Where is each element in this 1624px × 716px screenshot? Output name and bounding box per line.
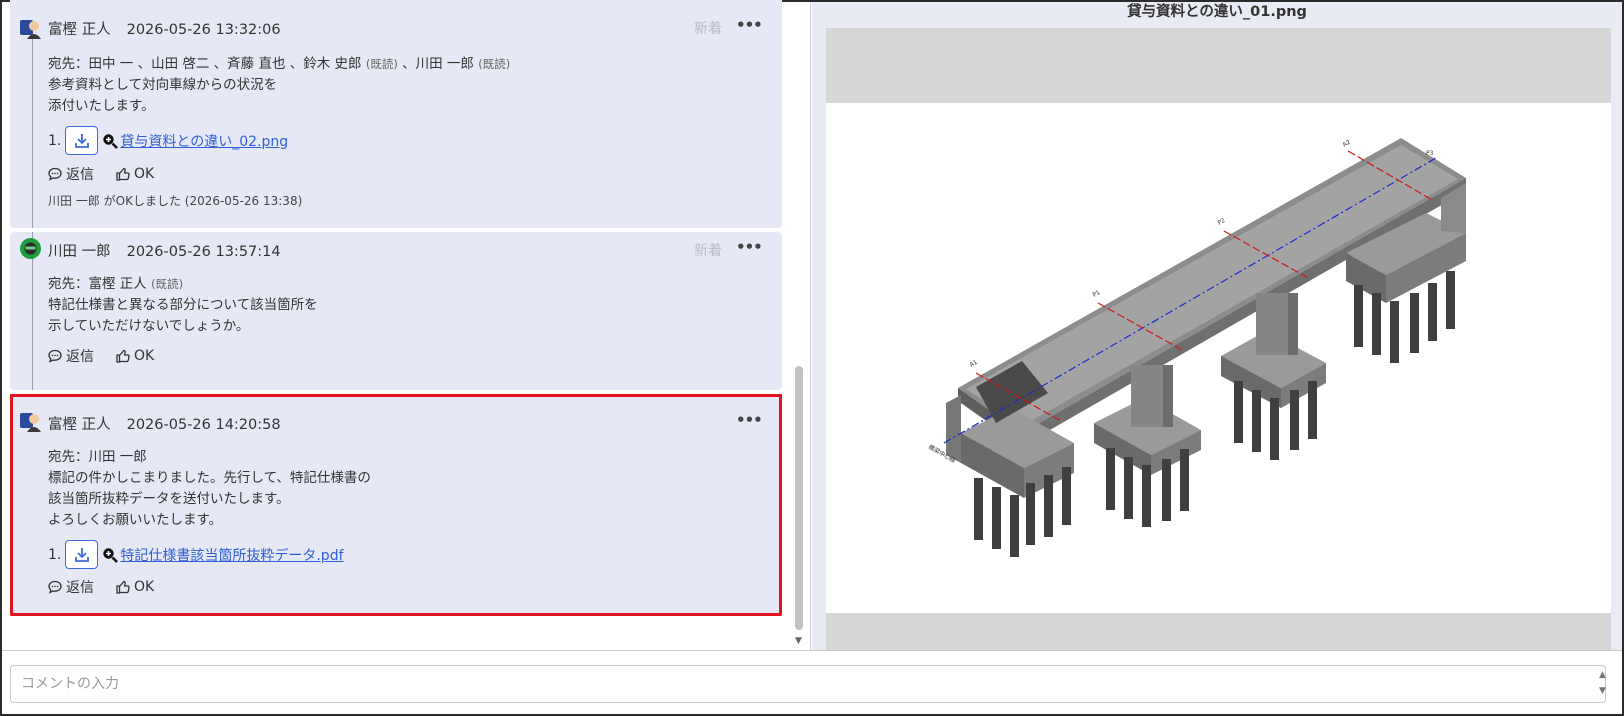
body-line: 参考資料として対向車線からの状況を: [48, 77, 278, 93]
sender-name: 川田 一郎: [48, 244, 111, 260]
attachment-index: 1.: [48, 132, 62, 149]
message-body: 宛先：川田 一郎 標記の件かしこまりました。先行して、特記仕様書の 該当箇所抜粋…: [48, 447, 371, 531]
body-line: 標記の件かしこまりました。先行して、特記仕様書の: [48, 470, 371, 486]
stepper-down-icon[interactable]: ▼: [1599, 683, 1606, 699]
zoom-in-icon[interactable]: [102, 547, 119, 563]
image-label: P2: [1217, 217, 1227, 227]
pane-divider[interactable]: [810, 2, 811, 650]
thumbs-up-icon: [116, 349, 130, 363]
sender-name: 富樫 正人: [48, 22, 111, 38]
recipients: 宛先：富樫 正人 (既読): [48, 276, 184, 292]
new-badge: 新着: [694, 243, 722, 259]
timestamp: 2026-05-26 13:57:14: [126, 244, 281, 260]
thread-line: [32, 38, 33, 228]
download-button[interactable]: [65, 540, 99, 569]
more-options-icon[interactable]: •••: [736, 238, 763, 256]
timestamp: 2026-05-26 13:32:06: [126, 22, 281, 38]
scrollbar-thumb[interactable]: [795, 366, 803, 630]
user-avatar-icon: [20, 20, 41, 39]
message-actions: 返信 OK: [48, 577, 176, 597]
message-header: 川田 一郎 2026-05-26 13:57:14: [48, 240, 281, 261]
more-options-icon[interactable]: •••: [736, 411, 763, 429]
image-label: A2: [1342, 139, 1353, 149]
bridge-drawing: 橋梁中心線 A1 P1 P2 A2 P3: [927, 138, 1466, 557]
comment-bar: ▲ ▼: [2, 650, 1622, 714]
body-line: 添付いたします。: [48, 98, 155, 114]
body-line: 示していただけないでしょうか。: [48, 318, 250, 334]
thread-scrollbar[interactable]: ▼: [792, 2, 806, 650]
sender-name: 富樫 正人: [48, 417, 111, 433]
image-label: P1: [1092, 289, 1102, 299]
reply-button[interactable]: 返信: [48, 164, 94, 184]
download-button[interactable]: [65, 126, 99, 155]
read-mark: (既読): [151, 277, 184, 291]
attachment-link[interactable]: 貸与資料との違い_02.png: [120, 131, 288, 151]
body-line: 特記仕様書と異なる部分について該当箇所を: [48, 297, 318, 313]
ok-button[interactable]: OK: [116, 164, 154, 184]
message-body: 宛先：田中 一 、山田 啓二 、斉藤 直也 、鈴木 史郎 (既読) 、川田 一郎…: [48, 54, 510, 117]
ok-button[interactable]: OK: [116, 577, 154, 597]
image-viewer: 橋梁中心線 A1 P1 P2 A2 P3: [826, 28, 1611, 650]
reply-button[interactable]: 返信: [48, 346, 94, 366]
message-header: 富樫 正人 2026-05-26 13:32:06: [48, 18, 281, 39]
download-icon: [74, 133, 89, 148]
user-avatar-icon: [20, 238, 41, 259]
zoom-in-icon[interactable]: [102, 133, 119, 149]
comment-icon: [48, 580, 62, 594]
comment-input[interactable]: [10, 665, 1606, 703]
attachment-index: 1.: [48, 546, 62, 563]
read-mark: (既読): [478, 57, 511, 71]
bridge-3d-model-image: 橋梁中心線 A1 P1 P2 A2 P3: [826, 103, 1611, 613]
timestamp: 2026-05-26 14:20:58: [126, 417, 281, 433]
message-card-highlighted: 富樫 正人 2026-05-26 14:20:58 ••• 宛先：川田 一郎 標記…: [10, 394, 782, 616]
comment-icon: [48, 167, 62, 181]
body-line: よろしくお願いいたします。: [48, 512, 223, 528]
message-card: 川田 一郎 2026-05-26 13:57:14 新着 ••• 宛先：富樫 正人…: [10, 232, 782, 390]
attachment-row: 1. 貸与資料との違い_02.png: [48, 126, 288, 155]
image-label: P3: [1426, 150, 1434, 157]
thumbs-up-icon: [116, 167, 130, 181]
message-thread: 富樫 正人 2026-05-26 13:32:06 新着 ••• 宛先：田中 一 …: [2, 0, 812, 650]
message-card: 富樫 正人 2026-05-26 13:32:06 新着 ••• 宛先：田中 一 …: [10, 0, 782, 228]
recipients: 宛先：川田 一郎: [48, 449, 147, 465]
attachment-row: 1. 特記仕様書該当箇所抜粋データ.pdf: [48, 540, 344, 569]
message-body: 宛先：富樫 正人 (既読) 特記仕様書と異なる部分について該当箇所を 示していた…: [48, 274, 318, 337]
scroll-down-arrow-icon[interactable]: ▼: [795, 636, 802, 646]
input-resize-stepper[interactable]: ▲ ▼: [1599, 667, 1606, 699]
ok-notice: 川田 一郎 がOKしました (2026-05-26 13:38): [48, 194, 303, 208]
recipients: 宛先：田中 一 、山田 啓二 、斉藤 直也 、鈴木 史郎 (既読) 、川田 一郎…: [48, 56, 511, 72]
image-viewer-pane: 貸与資料との違い_01.png 橋梁中心線 A1 P1 P2 A2 P3: [812, 2, 1622, 650]
message-actions: 返信 OK: [48, 346, 176, 366]
ok-button[interactable]: OK: [116, 346, 154, 366]
stepper-up-icon[interactable]: ▲: [1599, 667, 1606, 683]
attachment-link[interactable]: 特記仕様書該当箇所抜粋データ.pdf: [120, 545, 343, 565]
more-options-icon[interactable]: •••: [736, 16, 763, 34]
user-avatar-icon: [20, 413, 41, 432]
image-label: A1: [969, 359, 980, 369]
new-badge: 新着: [694, 21, 722, 37]
message-header: 富樫 正人 2026-05-26 14:20:58: [48, 413, 281, 434]
body-line: 該当箇所抜粋データを送付いたします。: [48, 491, 290, 507]
read-mark: (既読): [365, 57, 398, 71]
message-actions: 返信 OK: [48, 164, 176, 184]
thumbs-up-icon: [116, 580, 130, 594]
viewer-title: 貸与資料との違い_01.png: [1127, 4, 1307, 20]
reply-button[interactable]: 返信: [48, 577, 94, 597]
download-icon: [74, 547, 89, 562]
comment-icon: [48, 349, 62, 363]
